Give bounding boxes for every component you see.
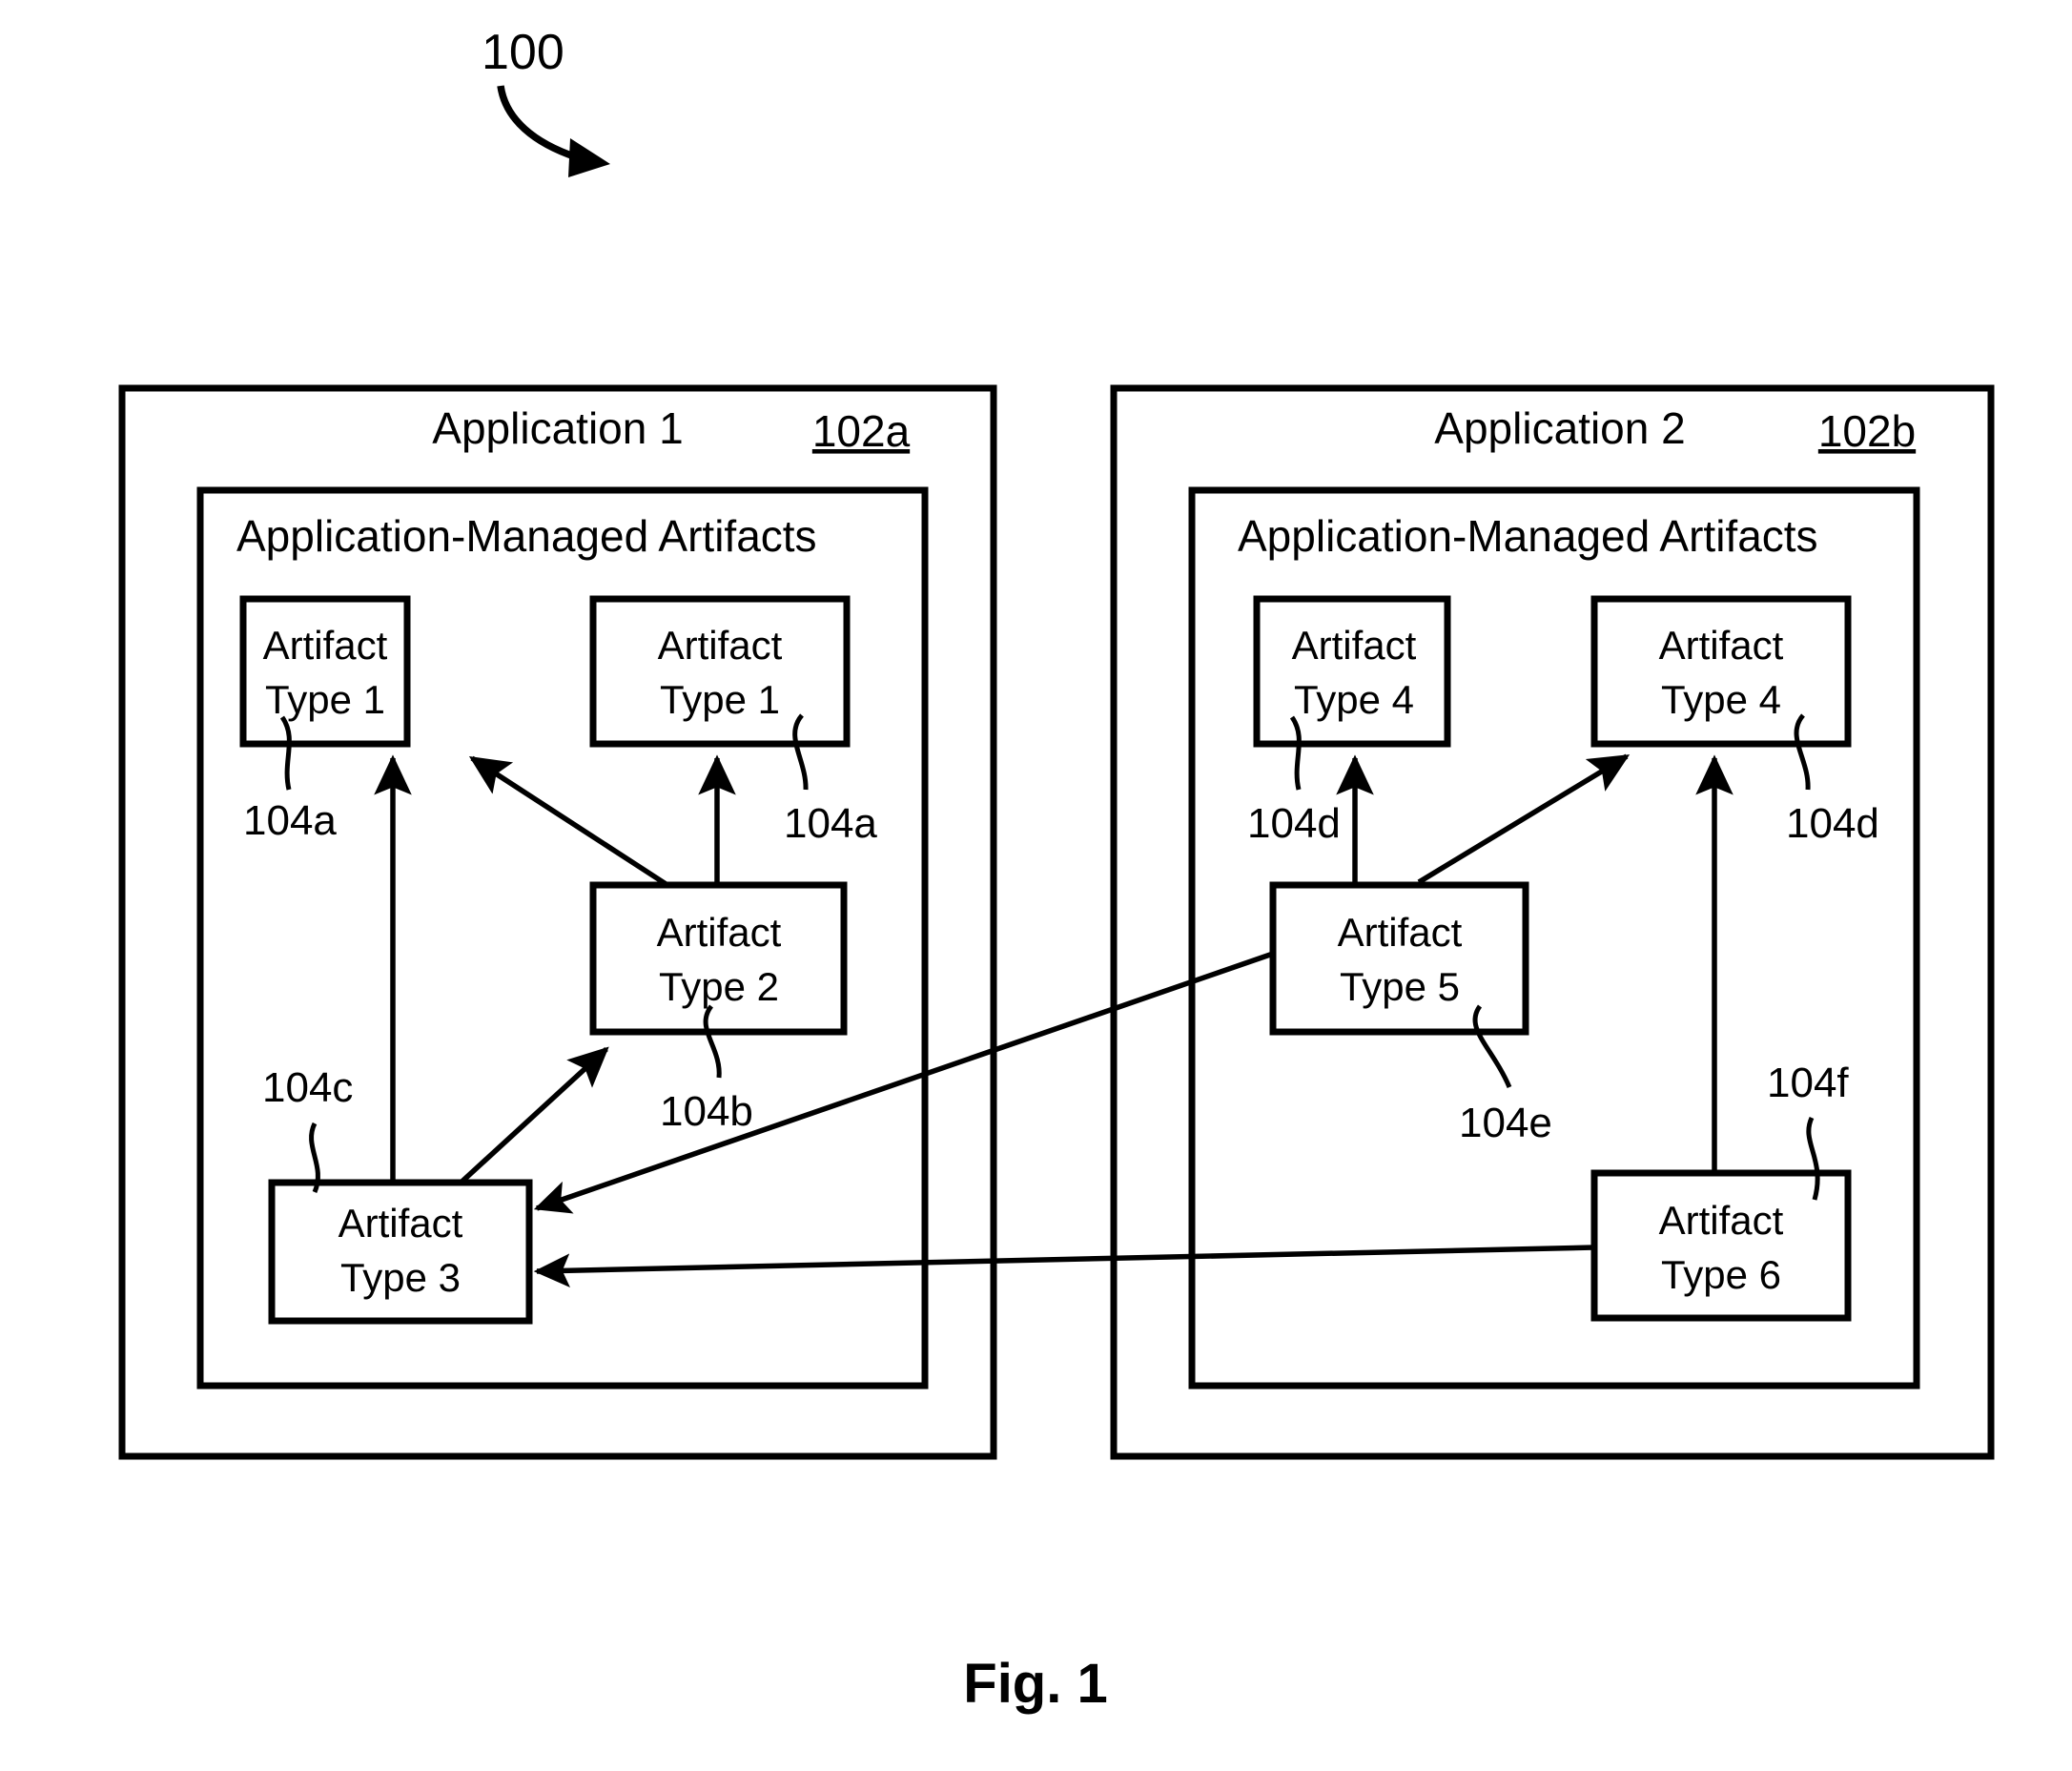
artifact-type4-right-line2: Type 4 [1661, 677, 1781, 722]
artifact-type2-line2: Type 2 [659, 964, 779, 1009]
patent-figure-diagram: 100 Application 1 102a Application-Manag… [118, 25, 1995, 1715]
application-1-title: Application 1 [432, 403, 683, 453]
figure-callout-leader [497, 85, 579, 161]
artifact-type1-left-ref: 104a [243, 797, 337, 844]
artifact-type5-ref: 104e [1459, 1100, 1552, 1146]
application-1-section-title: Application-Managed Artifacts [236, 511, 817, 561]
artifact-type4-left-line1: Artifact [1292, 623, 1417, 668]
application-2-group: Application 2 102b Application-Managed A… [1110, 384, 1995, 1460]
figure-caption: Fig. 1 [963, 1653, 1107, 1715]
artifact-type1-left-line2: Type 1 [265, 677, 385, 722]
application-1-ref-label: 102a [812, 406, 911, 456]
artifact-type1-left-line1: Artifact [263, 623, 388, 668]
artifact-type6-ref: 104f [1767, 1060, 1849, 1106]
application-2-ref-label: 102b [1818, 406, 1916, 456]
artifact-box-type1-right [589, 595, 851, 748]
artifact-type6-line2: Type 6 [1661, 1252, 1781, 1297]
artifact-type4-left-ref: 104d [1247, 800, 1341, 847]
application-1-group: Application 1 102a Application-Managed A… [118, 384, 997, 1460]
artifact-type3-line2: Type 3 [340, 1255, 461, 1300]
artifact-box-type4-left [1253, 595, 1451, 748]
artifact-type1-right-line2: Type 1 [660, 677, 780, 722]
figure-callout-number: 100 [482, 25, 564, 80]
artifact-type2-line1: Artifact [657, 910, 782, 955]
artifact-type3-ref: 104c [262, 1064, 353, 1111]
figure-callout-arrowhead [568, 138, 610, 177]
artifact-type1-right-line1: Artifact [658, 623, 783, 668]
application-2-section-title: Application-Managed Artifacts [1238, 511, 1818, 561]
artifact-type5-line1: Artifact [1338, 910, 1463, 955]
artifact-type4-right-ref: 104d [1786, 800, 1879, 847]
application-2-title: Application 2 [1434, 403, 1685, 453]
artifact-type3-line1: Artifact [338, 1201, 463, 1246]
artifact-box-type1-left [239, 595, 411, 748]
artifact-type5-line2: Type 5 [1340, 964, 1460, 1009]
artifact-type4-left-line2: Type 4 [1294, 677, 1414, 722]
figure-callout-group: 100 [482, 25, 610, 177]
figure-page: 100 Application 1 102a Application-Manag… [0, 0, 2072, 1771]
artifact-box-type2 [589, 881, 848, 1036]
artifact-box-type4-right [1590, 595, 1852, 748]
artifact-type2-ref: 104b [660, 1088, 753, 1135]
artifact-box-type5 [1269, 881, 1529, 1036]
artifact-type4-right-line1: Artifact [1659, 623, 1784, 668]
artifact-type6-line1: Artifact [1659, 1198, 1784, 1243]
artifact-type1-right-ref: 104a [784, 800, 877, 847]
